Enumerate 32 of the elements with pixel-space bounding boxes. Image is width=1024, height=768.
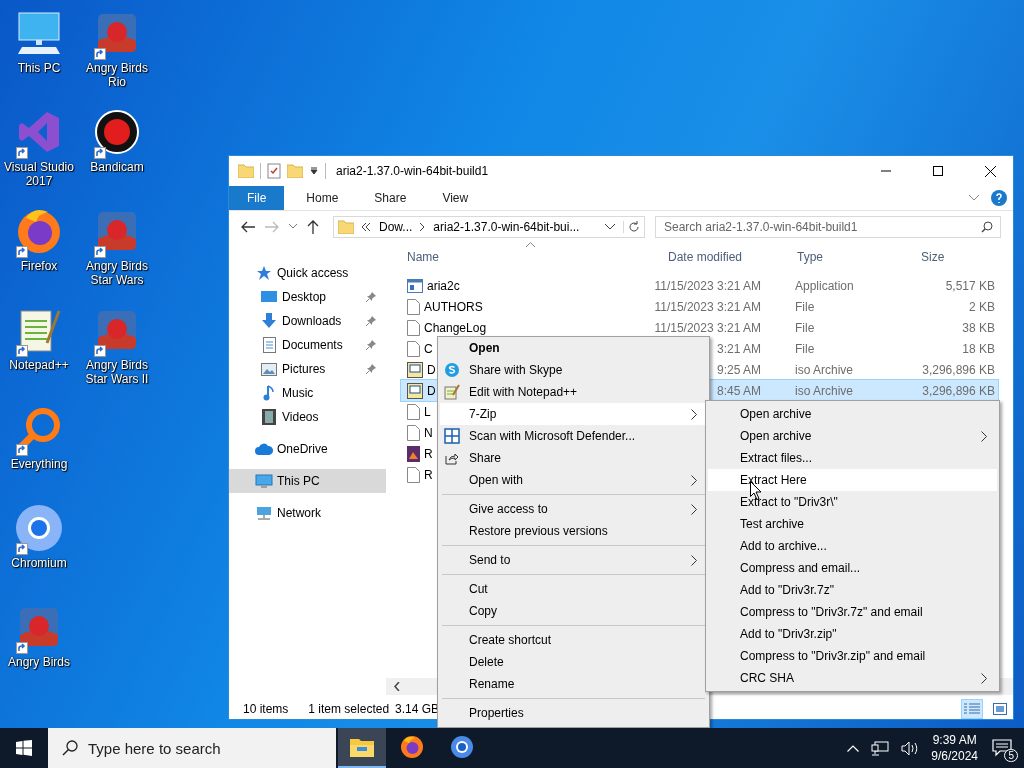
file-name: C (424, 341, 433, 356)
file-name: D (427, 383, 436, 398)
status-text: 10 items (243, 702, 289, 716)
file-name: aria2c (427, 278, 460, 293)
size-cell-text: 5,517 KB (944, 278, 995, 293)
type-cell-text: iso Archive (794, 383, 855, 398)
file-name: ChangeLog (424, 320, 487, 335)
date-cell-text: 9:25 AM (715, 362, 762, 377)
size-cell-text: 38 KB (961, 320, 995, 335)
size-cell-text: 3,296,896 KB (921, 362, 995, 377)
type-cell-text: File (794, 299, 816, 314)
window-title: aria2-1.37.0-win-64bit-build1 (336, 164, 489, 178)
date-cell-text: 11/15/2023 3:21 AM (653, 299, 762, 314)
file-name: AUTHORS (424, 299, 483, 314)
size-cell-text: 3,296,896 KB (921, 383, 995, 398)
notification-count: 5 (1004, 749, 1018, 762)
size-cell-text: 2 KB (968, 299, 995, 314)
type-cell-text: Application (794, 278, 855, 293)
file-name: L (424, 404, 431, 419)
date-cell-text: 11/15/2023 3:21 AM (653, 278, 762, 293)
date-cell-text: 8:45 AM (715, 383, 762, 398)
type-cell-text: File (794, 320, 816, 335)
type-cell-text: File (794, 341, 816, 356)
file-name: D (427, 362, 436, 377)
date-cell-text: 11/15/2023 3:21 AM (653, 320, 762, 335)
file-name: R (424, 467, 433, 482)
date-cell-text: 3:21 AM (715, 341, 762, 356)
type-cell-text: iso Archive (794, 362, 855, 377)
size-cell-text: 18 KB (961, 341, 995, 356)
file-name: N (424, 425, 433, 440)
file-name: R (424, 446, 433, 461)
status-text: 1 item selected (308, 702, 390, 716)
